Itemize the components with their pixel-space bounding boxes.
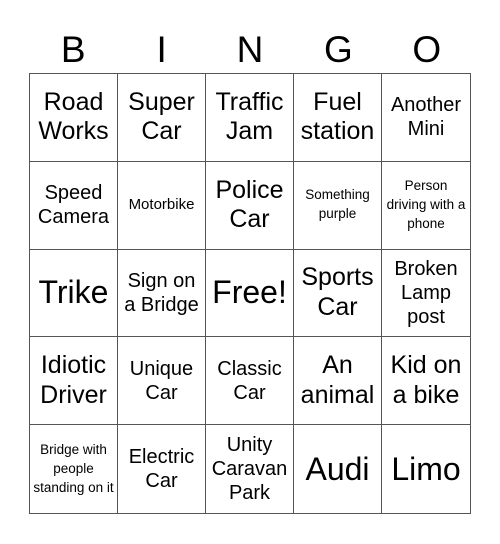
header-letter-o: O <box>412 29 442 70</box>
bingo-cell-r2-c3[interactable]: Police Car <box>206 161 294 250</box>
bingo-cell-r1-c5[interactable]: Another Mini <box>382 74 470 162</box>
bingo-cell-r3-c4[interactable]: Sports Car <box>294 249 382 338</box>
bingo-cell-label: Broken Lamp post <box>394 257 458 328</box>
bingo-cell-r3-c5[interactable]: Broken Lamp post <box>382 250 470 338</box>
bingo-cell-label: An animal <box>300 351 375 409</box>
header-letter-g: G <box>324 29 353 70</box>
bingo-cell-r2-c4[interactable]: Something purple <box>294 161 382 250</box>
bingo-cell-r1-c4[interactable]: Fuel station <box>294 74 382 162</box>
bingo-cell-label: Something purple <box>305 187 370 222</box>
bingo-cell-label: Electric Car <box>128 446 195 493</box>
bingo-cell-r2-c1[interactable]: Speed Camera <box>30 161 118 250</box>
bingo-cell-r5-c1[interactable]: Bridge with people standing on it <box>30 425 118 513</box>
bingo-cell-label: Road Works <box>38 87 109 146</box>
bingo-cell-r4-c4[interactable]: An animal <box>294 337 382 426</box>
bingo-cell-r3-c3[interactable]: Free! <box>206 249 294 338</box>
bingo-cell-r5-c5[interactable]: Limo <box>382 425 470 513</box>
bingo-cell-r2-c2[interactable]: Motorbike <box>118 161 206 250</box>
bingo-cell-label: Free! <box>212 274 287 311</box>
bingo-cell-label: Idiotic Driver <box>40 351 107 409</box>
bingo-cell-r5-c2[interactable]: Electric Car <box>118 425 206 513</box>
bingo-cell-r1-c2[interactable]: Super Car <box>118 74 206 162</box>
header-letter-b: B <box>60 29 86 70</box>
bingo-cell-label: Audi <box>305 450 370 487</box>
bingo-cell-r1-c3[interactable]: Traffic Jam <box>206 74 294 162</box>
bingo-cell-label: Person driving with a phone <box>386 177 466 231</box>
bingo-cell-label: Fuel station <box>300 87 375 146</box>
bingo-cell-label: Super Car <box>128 87 195 146</box>
bingo-cell-label: Another Mini <box>390 94 462 141</box>
bingo-cell-label: Unity Caravan Park <box>211 434 288 505</box>
bingo-cell-r1-c1[interactable]: Road Works <box>30 74 118 162</box>
bingo-cell-label: Kid on a bike <box>390 351 462 409</box>
bingo-cell-r4-c2[interactable]: Unique Car <box>118 337 206 426</box>
bingo-cell-label: Sports Car <box>301 263 374 321</box>
bingo-cell-label: Sign on a Bridge <box>124 269 199 316</box>
bingo-cell-r4-c1[interactable]: Idiotic Driver <box>30 337 118 426</box>
bingo-cell-label: Speed Camera <box>37 182 110 229</box>
bingo-cell-r5-c3[interactable]: Unity Caravan Park <box>206 425 294 513</box>
bingo-cell-r4-c3[interactable]: Classic Car <box>206 337 294 426</box>
bingo-cell-label: Bridge with people standing on it <box>33 441 114 495</box>
header-letter-n: N <box>236 29 264 70</box>
bingo-cell-label: Motorbike <box>128 195 195 213</box>
bingo-board: Road Works Super Car Traffic Jam Fuel stati… <box>29 73 471 514</box>
bingo-cell-label: Unique Car <box>129 357 194 404</box>
bingo-cell-label: Trike <box>38 274 109 311</box>
bingo-cell-label: Police Car <box>215 175 284 234</box>
bingo-cell-r5-c4[interactable]: Audi <box>294 425 382 513</box>
bingo-cell-r3-c1[interactable]: Trike <box>30 249 118 338</box>
bingo-header: B I N G O <box>29 28 471 72</box>
header-letter-i: I <box>156 29 167 70</box>
bingo-cell-label: Traffic Jam <box>215 87 284 146</box>
bingo-cell-label: Limo <box>391 450 461 487</box>
bingo-cell-r4-c5[interactable]: Kid on a bike <box>382 337 470 426</box>
bingo-cell-label: Classic Car <box>217 357 282 404</box>
bingo-cell-r2-c5[interactable]: Person driving with a phone <box>382 162 470 250</box>
bingo-cell-r3-c2[interactable]: Sign on a Bridge <box>118 249 206 338</box>
